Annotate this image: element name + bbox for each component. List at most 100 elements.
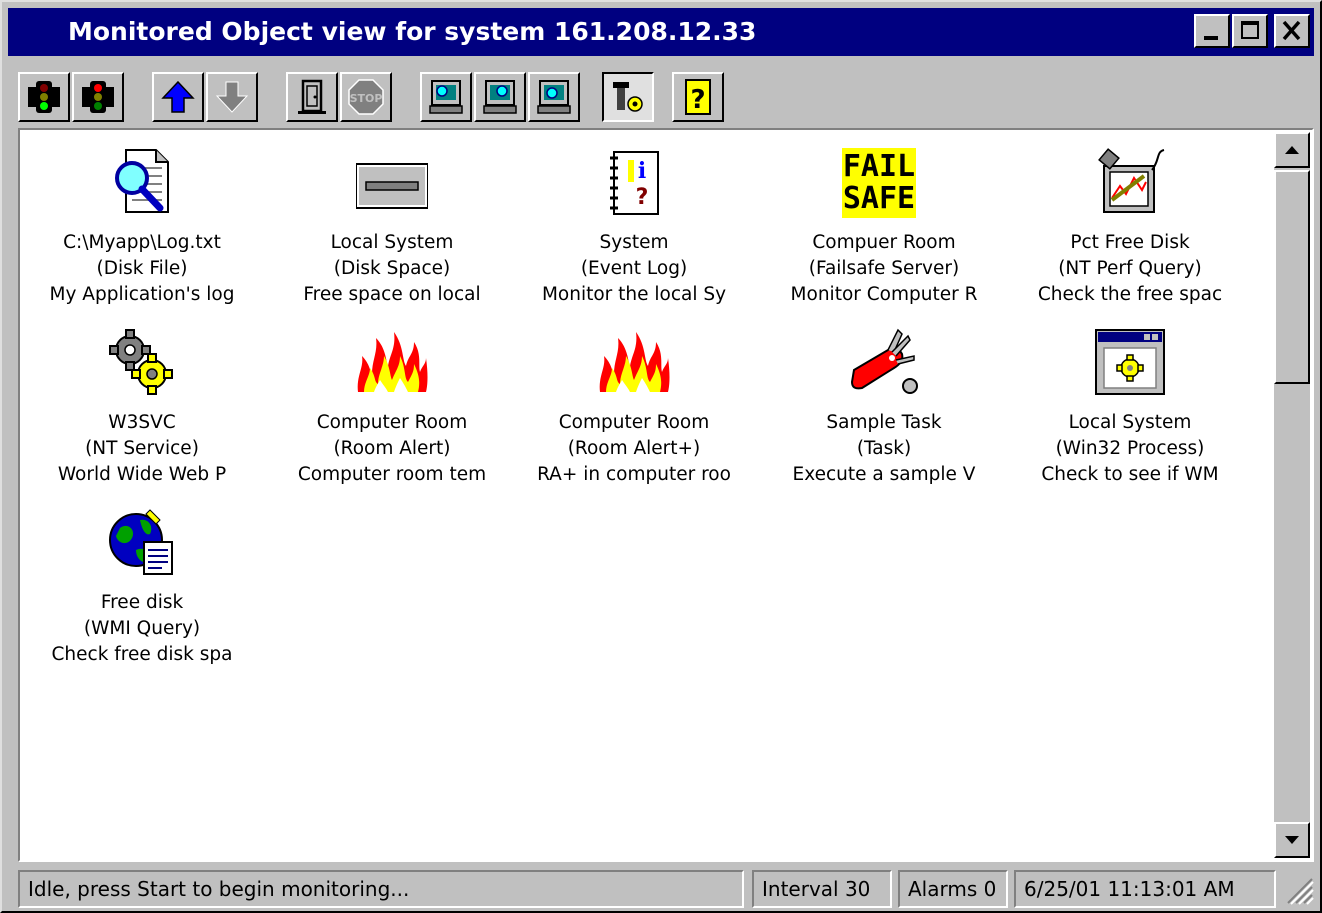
list-item[interactable]: Sample Task (Task) Execute a sample V bbox=[764, 316, 1004, 486]
list-item[interactable]: C:\Myapp\Log.txt (Disk File) My Applicat… bbox=[22, 136, 262, 306]
item-type: (Room Alert+) bbox=[567, 438, 701, 459]
window-title: Monitored Object view for system 161.208… bbox=[68, 17, 757, 46]
item-description: Free space on local bbox=[303, 284, 481, 305]
item-name: Local System bbox=[330, 232, 454, 253]
item-name: Pct Free Disk bbox=[1070, 232, 1190, 253]
maximize-button[interactable] bbox=[1232, 14, 1268, 48]
item-type: (Task) bbox=[856, 438, 912, 459]
list-item[interactable]: i ? System (Event Log) Monitor the local… bbox=[514, 136, 754, 306]
list-item[interactable]: Local System (Disk Space) Free space on … bbox=[272, 136, 512, 306]
arrow-down-icon bbox=[1285, 836, 1299, 844]
item-description: Check free disk spa bbox=[51, 644, 233, 665]
scroll-up-button[interactable] bbox=[1274, 132, 1310, 168]
move-up-icon bbox=[161, 80, 195, 113]
exit-button[interactable] bbox=[286, 72, 338, 122]
stop-button[interactable] bbox=[72, 72, 124, 122]
item-type: (Win32 Process) bbox=[1055, 438, 1205, 459]
close-button[interactable] bbox=[1274, 14, 1310, 48]
help-button[interactable]: ? bbox=[672, 72, 724, 122]
item-name: Computer Room bbox=[316, 412, 468, 433]
move-down-button[interactable] bbox=[206, 72, 258, 122]
monitor-view-2-button[interactable] bbox=[474, 72, 526, 122]
item-name: C:\Myapp\Log.txt bbox=[63, 232, 221, 253]
item-type: (Disk Space) bbox=[333, 258, 451, 279]
disk-space-icon bbox=[356, 163, 428, 209]
arrow-up-icon bbox=[1285, 146, 1299, 154]
title-bar[interactable]: Monitored Object view for system 161.208… bbox=[8, 8, 1314, 56]
item-name: Computer Room bbox=[558, 412, 710, 433]
stop-all-button[interactable]: STOP bbox=[340, 72, 392, 122]
monitor-view-3-button[interactable] bbox=[528, 72, 580, 122]
maximize-icon bbox=[1241, 21, 1259, 39]
status-interval: Interval 30 bbox=[752, 870, 892, 908]
item-description: Check to see if WM bbox=[1041, 464, 1219, 485]
item-description: World Wide Web P bbox=[57, 464, 227, 485]
item-description: RA+ in computer roo bbox=[537, 464, 731, 485]
item-description: Check the free spac bbox=[1037, 284, 1223, 305]
item-type: (Room Alert) bbox=[333, 438, 451, 459]
item-type: (Event Log) bbox=[580, 258, 688, 279]
list-item[interactable]: W3SVC (NT Service) World Wide Web P bbox=[22, 316, 262, 486]
wmi-globe-icon bbox=[109, 509, 173, 575]
item-description: My Application's log bbox=[49, 284, 235, 305]
list-item[interactable]: Pct Free Disk (NT Perf Query) Check the … bbox=[1010, 136, 1250, 306]
stop-disabled-icon: STOP bbox=[348, 79, 384, 115]
item-name: Free disk bbox=[100, 592, 184, 613]
event-log-icon: i ? bbox=[610, 151, 659, 215]
minimize-icon bbox=[1204, 36, 1218, 40]
move-down-disabled-icon bbox=[215, 81, 249, 113]
tools-icon bbox=[613, 82, 643, 112]
item-description: Execute a sample V bbox=[792, 464, 976, 485]
knife-icon bbox=[850, 328, 918, 394]
failsafe-icon-line-1: FAIL bbox=[842, 149, 916, 184]
svg-text:STOP: STOP bbox=[350, 92, 383, 105]
start-button[interactable] bbox=[18, 72, 70, 122]
resize-grip-icon[interactable] bbox=[1282, 873, 1314, 905]
item-name: System bbox=[599, 232, 669, 253]
vertical-scrollbar[interactable] bbox=[1274, 132, 1310, 858]
perf-query-icon bbox=[1098, 148, 1165, 213]
item-name: Sample Task bbox=[826, 412, 942, 433]
minimize-button[interactable] bbox=[1194, 14, 1230, 48]
failsafe-icon-line-2: SAFE bbox=[842, 181, 916, 216]
monitor-view-1-button[interactable] bbox=[420, 72, 472, 122]
monitor-3-icon bbox=[537, 80, 571, 114]
item-type: (NT Service) bbox=[85, 438, 199, 459]
svg-text:?: ? bbox=[636, 185, 649, 210]
item-description: Monitor the local Sy bbox=[541, 284, 727, 305]
help-icon: ? bbox=[685, 79, 711, 115]
tools-button[interactable] bbox=[602, 72, 654, 122]
status-alarms: Alarms 0 bbox=[898, 870, 1008, 908]
stop-traffic-light-icon bbox=[82, 81, 114, 113]
list-item[interactable]: Local System (Win32 Process) Check to se… bbox=[1010, 316, 1250, 486]
item-name: Compuer Room bbox=[812, 232, 956, 253]
app-window: Monitored Object view for system 161.208… bbox=[0, 0, 1322, 913]
close-icon bbox=[1282, 20, 1301, 41]
status-message: Idle, press Start to begin monitoring... bbox=[18, 870, 744, 908]
failsafe-icon: FAIL SAFE bbox=[842, 148, 916, 218]
item-type: (WMI Query) bbox=[83, 618, 201, 639]
scroll-thumb[interactable] bbox=[1274, 170, 1310, 384]
item-type: (Disk File) bbox=[96, 258, 188, 279]
monitored-object-list[interactable]: C:\Myapp\Log.txt (Disk File) My Applicat… bbox=[18, 128, 1314, 862]
item-description: Computer room tem bbox=[297, 464, 487, 485]
monitor-2-icon bbox=[483, 80, 517, 114]
list-item[interactable]: Computer Room (Room Alert) Computer room… bbox=[272, 316, 512, 486]
list-item[interactable]: Free disk (WMI Query) Check free disk sp… bbox=[22, 496, 262, 666]
list-item[interactable]: Computer Room (Room Alert+) RA+ in compu… bbox=[514, 316, 754, 486]
process-window-icon bbox=[1095, 329, 1165, 395]
gears-icon bbox=[109, 329, 173, 395]
svg-text:?: ? bbox=[690, 85, 705, 115]
svg-text:i: i bbox=[638, 158, 646, 184]
door-icon bbox=[298, 79, 326, 114]
item-name: Local System bbox=[1068, 412, 1192, 433]
item-description: Monitor Computer R bbox=[790, 284, 978, 305]
item-type: (NT Perf Query) bbox=[1058, 258, 1202, 279]
list-item[interactable]: FAIL SAFE Compuer Room (Failsafe Server)… bbox=[764, 136, 1004, 306]
monitor-1-icon bbox=[429, 80, 463, 114]
move-up-button[interactable] bbox=[152, 72, 204, 122]
status-datetime: 6/25/01 11:13:01 AM bbox=[1014, 870, 1276, 908]
item-name: W3SVC bbox=[108, 412, 176, 433]
scroll-down-button[interactable] bbox=[1274, 822, 1310, 858]
fire-icon bbox=[599, 332, 670, 392]
